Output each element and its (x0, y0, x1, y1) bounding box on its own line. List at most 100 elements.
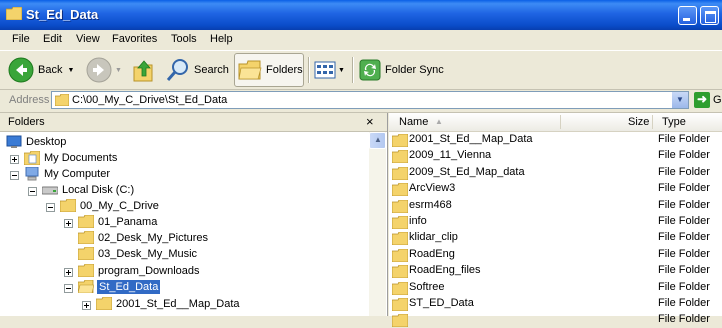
folder-icon (238, 60, 262, 80)
folder-icon (60, 199, 76, 212)
go-label[interactable]: G (713, 94, 722, 106)
scroll-up-button[interactable]: ▲ (369, 132, 386, 149)
menu-view[interactable]: View (76, 33, 100, 45)
folders-pane: Folders × Desktop My Documents My Comput… (0, 113, 388, 316)
folder-icon (78, 247, 94, 260)
chevron-down-icon: ▼ (676, 95, 684, 104)
tree-item-label: program_Downloads (98, 265, 200, 277)
expand-button[interactable] (10, 155, 19, 164)
file-name: RoadEng (409, 247, 455, 260)
file-row[interactable]: RoadEng_files File Folder (389, 263, 722, 279)
folder-icon (392, 281, 408, 295)
file-row[interactable]: klidar_clip File Folder (389, 230, 722, 246)
expand-button[interactable] (64, 219, 73, 228)
chevron-down-icon[interactable]: ▼ (67, 67, 74, 74)
file-type: File Folder (658, 198, 710, 211)
column-name[interactable]: Name (399, 116, 428, 128)
maximize-button[interactable] (700, 6, 719, 25)
search-button[interactable]: Search (165, 53, 229, 87)
file-name: 2009_11_Vienna (409, 149, 492, 162)
file-row[interactable]: File Folder (389, 312, 722, 328)
column-size[interactable]: Size (628, 116, 649, 128)
computer-icon (25, 167, 39, 181)
folder-icon (392, 232, 408, 246)
file-type: File Folder (658, 264, 710, 277)
collapse-button[interactable] (46, 203, 55, 212)
up-folder-button[interactable] (132, 53, 160, 87)
collapse-button[interactable] (64, 284, 73, 293)
menu-edit[interactable]: Edit (43, 33, 62, 45)
file-row[interactable]: 2009_11_Vienna File Folder (389, 148, 722, 164)
up-folder-icon (133, 60, 153, 82)
folders-pane-header: Folders × (0, 113, 387, 132)
forward-button[interactable]: ▼ (86, 53, 126, 87)
file-row[interactable]: Softree File Folder (389, 280, 722, 296)
address-value: C:\00_My_C_Drive\St_Ed_Data (72, 94, 228, 106)
search-label: Search (194, 64, 229, 76)
column-type[interactable]: Type (662, 116, 686, 128)
file-type: File Folder (658, 231, 710, 244)
file-row[interactable]: info File Folder (389, 214, 722, 230)
folder-icon (392, 298, 408, 311)
menu-favorites[interactable]: Favorites (112, 33, 157, 45)
collapse-button[interactable] (28, 187, 37, 196)
tree-item-label: My Computer (44, 168, 111, 180)
toolbar-separator (352, 57, 354, 83)
file-row[interactable]: RoadEng File Folder (389, 247, 722, 263)
tree-item-label: 2001_St_Ed__Map_Data (116, 298, 240, 310)
file-row[interactable]: ST_ED_Data File Folder (389, 296, 722, 312)
column-divider[interactable] (560, 115, 561, 129)
minimize-button[interactable] (678, 6, 697, 25)
toolbar: Back ▼ ▼ Search Folders ▼ Folder Sync (0, 51, 722, 90)
tree-item-label: 03_Desk_My_Music (98, 248, 198, 260)
expand-button[interactable] (82, 301, 91, 310)
chevron-down-icon[interactable]: ▼ (115, 67, 122, 74)
file-type: File Folder (658, 133, 710, 145)
folder-icon (78, 231, 94, 244)
tree-item-label: Desktop (26, 136, 67, 148)
file-name: 2009_St_Ed_Map_data (409, 165, 525, 178)
go-button[interactable]: ➜ (694, 92, 710, 108)
address-input[interactable]: C:\00_My_C_Drive\St_Ed_Data ▼ (51, 91, 689, 109)
menu-bar: File Edit View Favorites Tools Help (0, 30, 722, 51)
chevron-down-icon[interactable]: ▼ (338, 67, 345, 74)
file-row[interactable]: 2001_St_Ed__Map_Data File Folder (389, 132, 722, 148)
collapse-button[interactable] (10, 171, 19, 180)
back-label: Back (38, 64, 63, 76)
file-name: ST_ED_Data (409, 297, 474, 309)
views-button[interactable]: ▼ (314, 53, 348, 87)
file-name: 2001_St_Ed__Map_Data (409, 133, 533, 145)
file-type: File Folder (658, 297, 710, 309)
arrow-right-icon: ➜ (697, 92, 708, 106)
search-icon (166, 59, 188, 81)
forward-arrow-icon (86, 57, 112, 83)
address-label: Address (9, 94, 50, 106)
toolbar-separator (308, 57, 310, 83)
address-dropdown-button[interactable]: ▼ (671, 92, 688, 108)
back-button[interactable]: Back ▼ (8, 53, 82, 87)
vertical-scrollbar[interactable]: ▲ (369, 132, 386, 316)
menu-help[interactable]: Help (210, 33, 233, 45)
chevron-up-icon: ▲ (374, 135, 382, 144)
file-row[interactable]: 2009_St_Ed_Map_data File Folder (389, 165, 722, 181)
menu-file[interactable]: File (12, 33, 30, 45)
folder-sync-button[interactable]: Folder Sync (358, 53, 448, 87)
documents-icon (24, 151, 40, 165)
close-icon[interactable]: × (366, 114, 374, 129)
expand-button[interactable] (64, 268, 73, 277)
folders-button[interactable]: Folders (234, 53, 304, 87)
column-header: Name ▲ Size Type (389, 113, 722, 132)
file-row[interactable]: esrm468 File Folder (389, 198, 722, 214)
file-name: esrm468 (409, 198, 452, 211)
file-row[interactable]: ArcView3 File Folder (389, 181, 722, 197)
folders-label: Folders (266, 64, 303, 76)
title-bar: St_Ed_Data (0, 0, 722, 30)
file-type: File Folder (658, 182, 710, 195)
folder-icon (392, 216, 408, 229)
sync-icon (359, 59, 381, 81)
file-type: File Folder (658, 313, 710, 326)
column-divider[interactable] (652, 115, 653, 129)
window-title: St_Ed_Data (26, 7, 99, 22)
file-name: ArcView3 (409, 182, 456, 195)
menu-tools[interactable]: Tools (171, 33, 197, 45)
